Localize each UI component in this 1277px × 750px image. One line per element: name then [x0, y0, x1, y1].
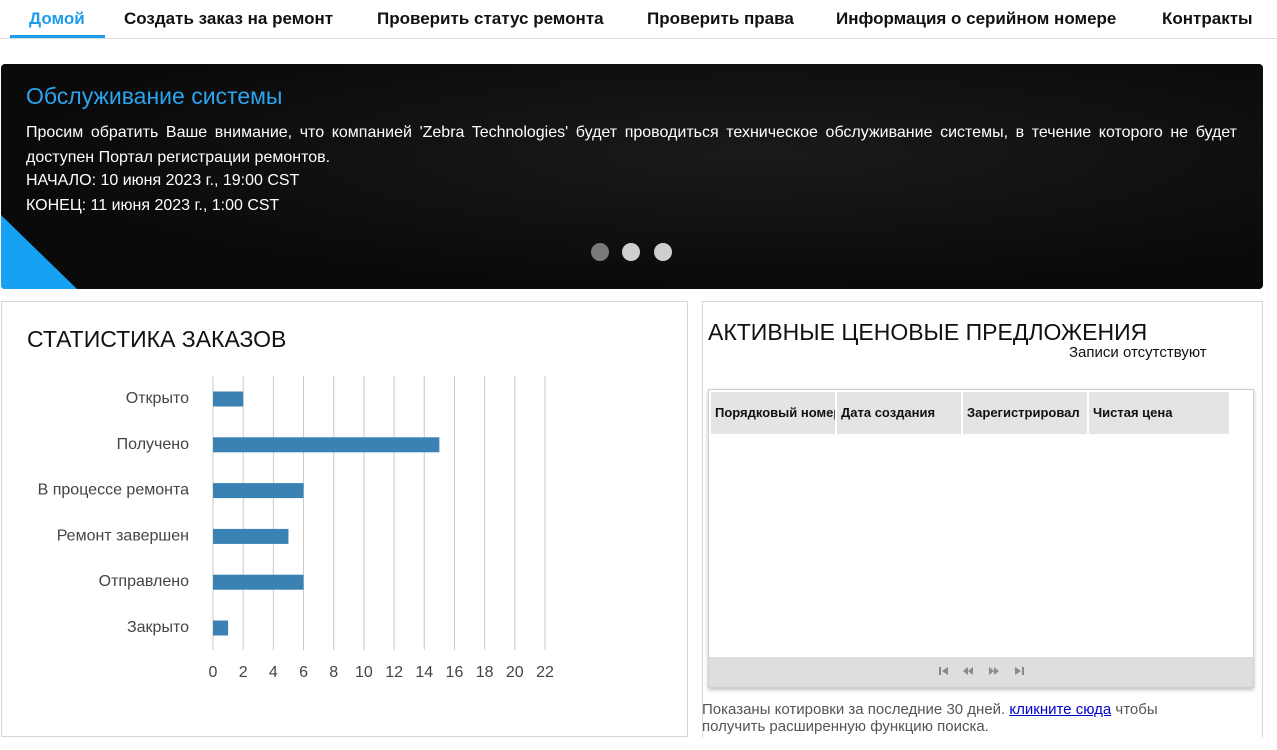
column-header-number[interactable]: Порядковый номер — [711, 392, 837, 434]
chart-category-label: Получено — [117, 436, 189, 453]
quotes-grid: Порядковый номер Дата создания Зарегистр… — [708, 389, 1254, 688]
chart-bar — [213, 437, 440, 453]
chart-bar — [213, 391, 244, 407]
chart-tick-label: 6 — [299, 664, 308, 681]
chart-tick-label: 4 — [269, 664, 278, 681]
chart-category-label: Закрыто — [127, 619, 189, 636]
chart-bar — [213, 483, 304, 499]
last-page-icon[interactable] — [1013, 665, 1025, 677]
footnote-text-before: Показаны котировки за последние 30 дней. — [702, 701, 1010, 718]
chart-tick-label: 18 — [476, 664, 494, 681]
advanced-search-link[interactable]: кликните сюда — [1009, 701, 1111, 718]
chart-tick-label: 22 — [536, 664, 554, 681]
chart-category-label: В процессе ремонта — [38, 482, 189, 499]
chart-tick-label: 0 — [209, 664, 218, 681]
chart-tick-label: 20 — [506, 664, 524, 681]
chart-category-label: Открыто — [126, 390, 189, 407]
first-page-icon[interactable] — [938, 665, 950, 677]
active-quotes-title: АКТИВНЫЕ ЦЕНОВЫЕ ПРЕДЛОЖЕНИЯ — [708, 319, 1148, 345]
prev-page-icon[interactable] — [962, 665, 974, 677]
chart-category-label: Ремонт завершен — [57, 527, 189, 544]
chart-bar — [213, 620, 229, 636]
column-header-created-date[interactable]: Дата создания — [837, 392, 963, 434]
chart-tick-label: 2 — [239, 664, 248, 681]
chart-tick-label: 14 — [415, 664, 433, 681]
tab-serial-number-info[interactable]: Информация о серийном номере — [836, 0, 1116, 38]
chart-category-label: Отправлено — [99, 573, 189, 590]
quotes-footnote: Показаны котировки за последние 30 дней.… — [702, 701, 1202, 735]
chart-bar — [213, 574, 304, 590]
order-stats-chart: 0 2 4 6 8 10 12 14 16 18 20 22 Открыто Получено В проц… — [38, 376, 554, 681]
quotes-grid-header: Порядковый номер Дата создания Зарегистр… — [711, 392, 1229, 434]
chart-tick-label: 8 — [329, 664, 338, 681]
no-records-text: Записи отсутствуют — [1069, 344, 1207, 361]
chart-tick-label: 12 — [385, 664, 403, 681]
column-header-registered-by[interactable]: Зарегистрировал — [963, 392, 1089, 434]
tab-contracts[interactable]: Контракты — [1162, 0, 1253, 38]
chart-tick-label: 10 — [355, 664, 373, 681]
quotes-grid-pager — [709, 657, 1253, 687]
column-header-net-price[interactable]: Чистая цена — [1089, 392, 1229, 434]
next-page-icon[interactable] — [988, 665, 1000, 677]
chart-bar — [213, 528, 289, 544]
chart-tick-label: 16 — [446, 664, 464, 681]
